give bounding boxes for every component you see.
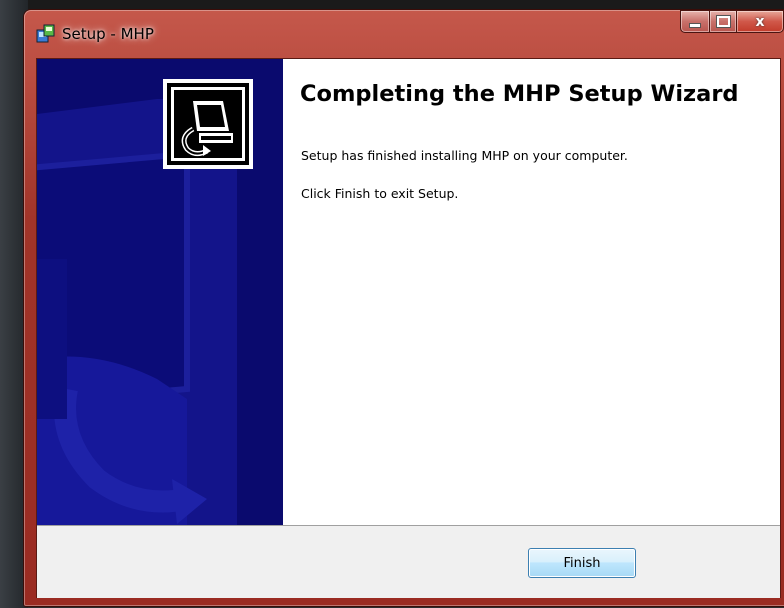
wizard-side-banner [37,59,283,525]
minimize-icon [689,23,701,28]
computer-install-icon [163,79,253,169]
taskbar-strip [0,0,784,10]
close-button[interactable]: x [737,10,784,33]
window-title: Setup - MHP [62,25,154,43]
maximize-icon [715,15,731,28]
page-title: Completing the MHP Setup Wizard [300,81,739,107]
setup-installer-icon [36,24,56,44]
minimize-button[interactable] [680,10,710,33]
maximize-button[interactable] [710,10,737,33]
completion-message: Setup has finished installing MHP on you… [301,148,628,163]
title-bar[interactable]: Setup - MHP x [24,10,784,58]
wizard-content: Completing the MHP Setup Wizard Setup ha… [283,59,780,525]
setup-window: Setup - MHP x Completing the MHP Setup W… [24,10,784,606]
finish-button[interactable]: Finish [528,548,636,578]
close-icon: x [755,13,765,30]
wizard-footer: Finish [37,525,780,598]
wizard-client-area: Completing the MHP Setup Wizard Setup ha… [36,58,781,598]
exit-instruction: Click Finish to exit Setup. [301,186,459,201]
caption-buttons: x [680,10,784,33]
